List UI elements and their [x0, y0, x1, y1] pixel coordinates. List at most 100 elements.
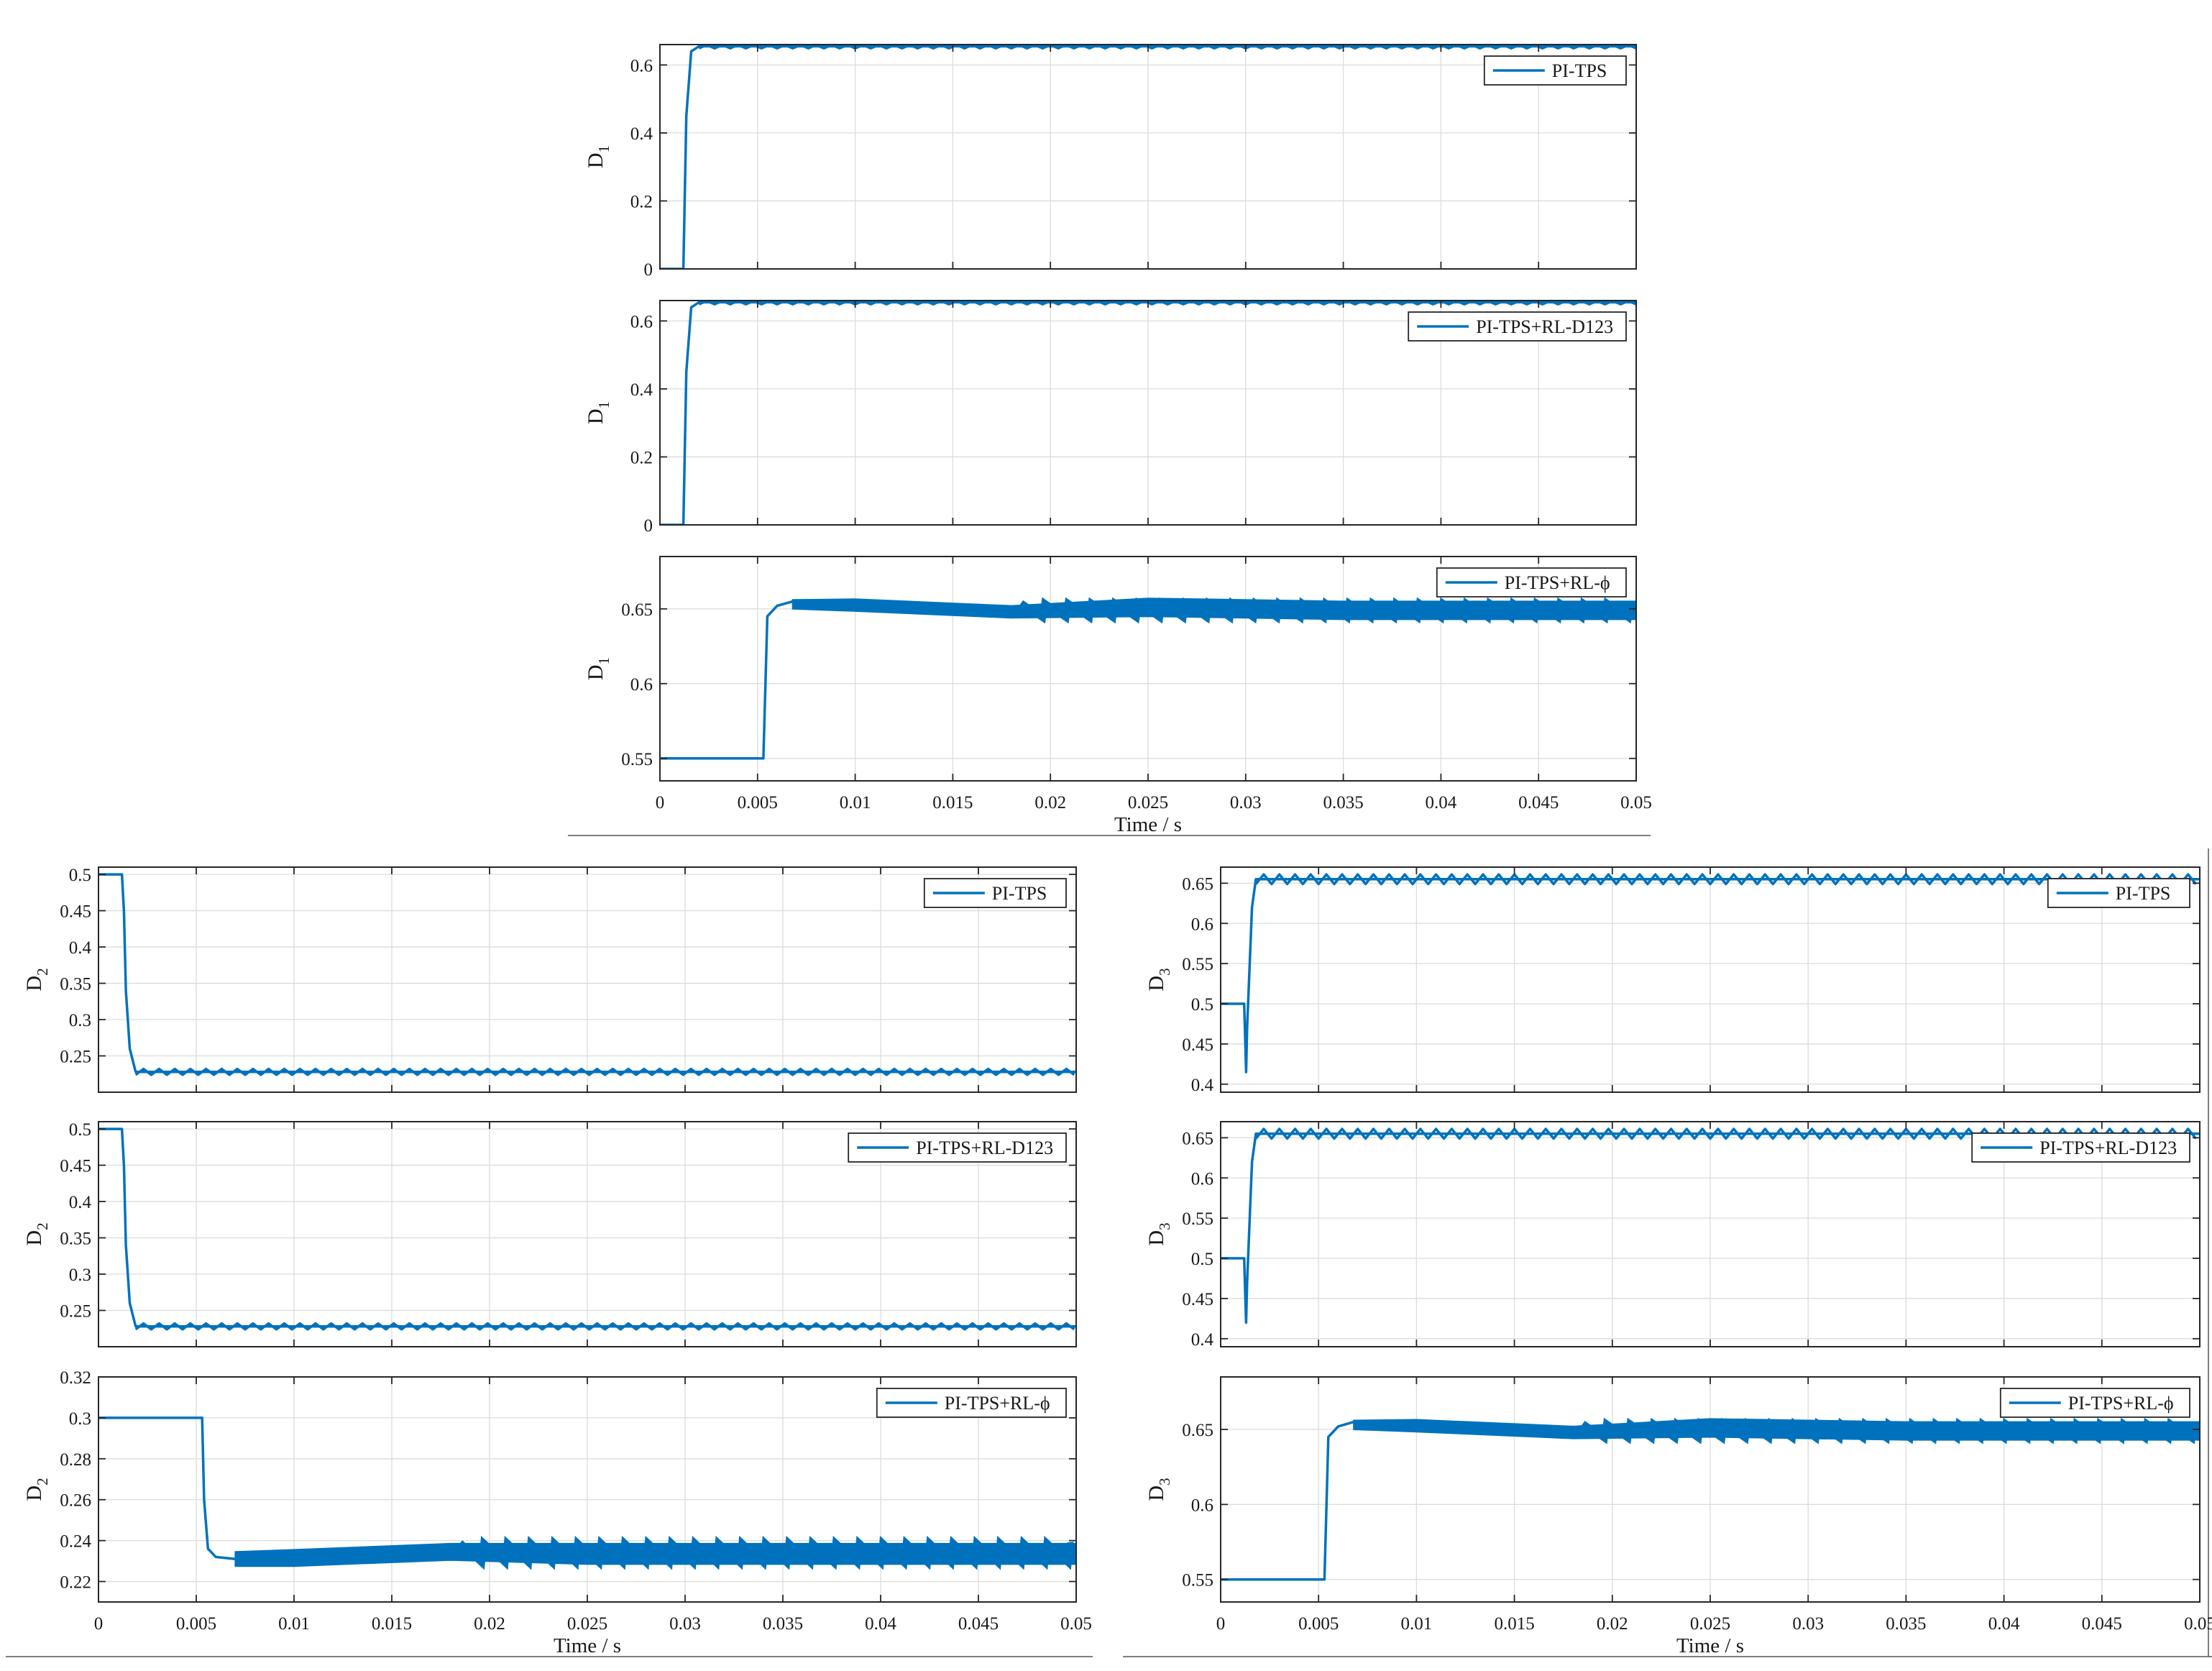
subplot-d1-rld: 0 0.2 0.4 0.6 D1 PI-TPS+RL-D123	[584, 300, 1637, 536]
x-tick-label: 0	[1216, 1614, 1226, 1634]
x-tick-label: 0.03	[669, 1614, 701, 1634]
x-axis-label: Time / s	[1114, 813, 1182, 836]
x-tick-label: 0.03	[1792, 1614, 1824, 1634]
y-axis-label-main: D	[584, 664, 607, 680]
subplot-d3-rlphi: 0 0.005 0.01 0.015 0.02 0.025 0.03 0.035 0.04 0.0…	[1144, 1376, 2212, 1657]
legend-label: PI-TPS+RL-D123	[1476, 316, 1613, 337]
y-tick-label: 0.45	[1182, 1035, 1213, 1055]
subplot-d1-rlphi: 0 0.005 0.01 0.015 0.02 0.025 0.03 0.035 0.04 0.0…	[584, 556, 1652, 836]
subplot-d3-rld: 0.4 0.45 0.5 0.55 0.6 0.65 D3 PI-TPS+RL-D123	[1144, 1121, 2200, 1350]
x-tick-label: 0.005	[738, 793, 778, 812]
series-line-d2-rlphi	[98, 1416, 236, 1560]
legend-label: PI-TPS+RL-ϕ	[1505, 572, 1610, 593]
y-tick-label: 0.4	[1191, 1330, 1214, 1350]
legend-label: PI-TPS+RL-D123	[916, 1137, 1053, 1158]
y-axis-label: D1	[584, 401, 612, 424]
x-tick-label: 0.035	[1886, 1614, 1926, 1634]
y-tick-label: 0.3	[69, 1011, 91, 1030]
legend: PI-TPS	[1483, 55, 1627, 86]
y-axis-label-subscript: 2	[34, 968, 51, 976]
x-tick-label: 0.005	[1298, 1614, 1339, 1634]
y-tick-label: 0.55	[1182, 1209, 1213, 1229]
y-axis-label-main: D	[22, 1485, 46, 1501]
y-tick-label: 0.35	[60, 975, 91, 994]
legend: PI-TPS+RL-ϕ	[1999, 1388, 2190, 1418]
legend: PI-TPS+RL-D123	[848, 1132, 1067, 1163]
x-tick-label: 0.01	[1401, 1614, 1433, 1634]
y-axis-label-subscript: 2	[34, 1478, 51, 1485]
y-axis-label-main: D	[1144, 976, 1168, 992]
y-tick-label: 0.65	[1182, 1129, 1213, 1148]
y-tick-label: 0.6	[1191, 915, 1213, 934]
y-axis-label-subscript: 3	[1156, 1222, 1173, 1230]
y-tick-label: 0.4	[630, 380, 653, 400]
y-tick-label: 0.22	[60, 1573, 91, 1593]
y-axis-label: D3	[1144, 1222, 1173, 1245]
series-line-d3-rlphi	[1221, 1420, 1354, 1581]
y-axis-label-subscript: 1	[595, 657, 612, 665]
x-tick-label: 0.035	[763, 1614, 803, 1634]
y-tick-label: 0.4	[69, 938, 92, 958]
y-tick-label: 0.2	[630, 192, 653, 211]
y-axis-label-main: D	[22, 1230, 46, 1246]
y-tick-label: 0.5	[69, 1120, 91, 1140]
y-tick-label: 0.25	[60, 1302, 91, 1322]
y-axis-label-subscript: 2	[34, 1222, 51, 1230]
x-tick-label: 0.02	[474, 1614, 505, 1634]
x-tick-label: 0.045	[958, 1614, 999, 1634]
x-tick-label: 0.005	[176, 1614, 216, 1634]
x-tick-label: 0.05	[1620, 793, 1652, 812]
y-axis-label: D2	[22, 1478, 51, 1501]
x-tick-label: 0.025	[567, 1614, 607, 1634]
x-tick-label: 0.02	[1034, 793, 1066, 812]
y-axis-label-main: D	[584, 152, 607, 168]
y-axis-label-subscript: 1	[595, 145, 612, 153]
y-tick-label: 0.65	[1182, 1421, 1213, 1440]
x-tick-label: 0.015	[1494, 1614, 1534, 1634]
y-tick-label: 0.6	[1191, 1496, 1213, 1515]
y-tick-label: 0.25	[60, 1048, 91, 1067]
x-tick-label: 0.03	[1230, 793, 1262, 812]
x-tick-label: 0.035	[1323, 793, 1363, 812]
y-tick-label: 0.6	[1191, 1169, 1213, 1189]
x-tick-label: 0.015	[372, 1614, 412, 1634]
y-tick-label: 0.45	[60, 902, 91, 922]
y-tick-label: 0.4	[630, 124, 653, 144]
y-tick-label: 0.45	[60, 1157, 91, 1176]
x-tick-label: 0.015	[932, 793, 973, 812]
legend-label: PI-TPS	[992, 883, 1047, 904]
legend-label: PI-TPS+RL-ϕ	[945, 1393, 1050, 1414]
legend-label: PI-TPS+RL-D123	[2039, 1137, 2177, 1158]
x-tick-label: 0.045	[2082, 1614, 2122, 1634]
subplot-d2-rlphi: 0 0.005 0.01 0.015 0.02 0.025 0.03 0.035 0.04 0.0…	[22, 1368, 1092, 1657]
x-tick-label: 0	[656, 793, 665, 812]
y-tick-label: 0.65	[1182, 874, 1213, 894]
y-tick-label: 0.55	[621, 750, 653, 769]
x-tick-label: 0.02	[1597, 1614, 1628, 1634]
x-tick-label: 0.05	[1060, 1614, 1092, 1634]
figure-canvas: 00.20.40.6D1PI-TPS00.20.40.6D1PI-TPS+RL-…	[6, 44, 2212, 1657]
x-tick-label: 0.025	[1128, 793, 1168, 812]
y-tick-label: 0.32	[60, 1368, 91, 1388]
y-tick-label: 0.35	[60, 1230, 91, 1249]
y-axis-label-subscript: 3	[1156, 968, 1173, 976]
legend: PI-TPS+RL-ϕ	[1436, 567, 1627, 598]
subplot-d2-pi: 0.25 0.3 0.35 0.4 0.45 0.5 D2 PI-TPS	[22, 866, 1077, 1093]
y-tick-label: 0.4	[1191, 1076, 1214, 1095]
series-line-d1-rlphi	[660, 600, 794, 760]
y-axis-label-main: D	[1144, 1485, 1168, 1501]
x-tick-label: 0.04	[1988, 1614, 2020, 1634]
y-axis-label-main: D	[584, 408, 607, 424]
y-tick-label: 0.28	[60, 1450, 91, 1470]
x-tick-label: 0.01	[840, 793, 871, 812]
y-axis-label: D3	[1144, 968, 1173, 991]
legend-label: PI-TPS	[2116, 883, 2171, 904]
y-tick-label: 0.5	[1191, 995, 1213, 1015]
x-tick-label: 0	[94, 1614, 104, 1634]
x-tick-label: 0.04	[865, 1614, 896, 1634]
y-tick-label: 0.45	[1182, 1290, 1213, 1309]
legend: PI-TPS	[923, 878, 1067, 908]
x-tick-label: 0.01	[278, 1614, 310, 1634]
y-tick-label: 0	[644, 260, 653, 280]
y-tick-label: 0.5	[1191, 1250, 1213, 1269]
